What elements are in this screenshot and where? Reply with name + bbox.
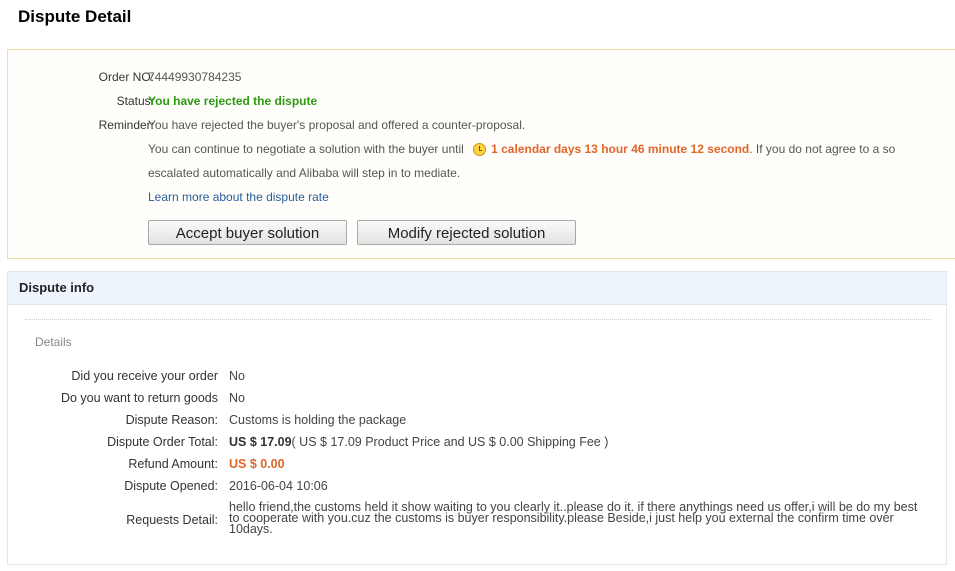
refund-amount-value: US $ 0.00 <box>229 457 285 471</box>
details-section-label: Details <box>35 335 72 349</box>
reminder-line-3: escalated automatically and Alibaba will… <box>148 166 461 180</box>
dispute-total-label: Dispute Order Total: <box>107 435 218 449</box>
order-no-value: 74449930784235 <box>148 70 242 84</box>
reminder-line-2: You can continue to negotiate a solution… <box>148 141 895 157</box>
accept-buyer-solution-button[interactable]: Accept buyer solution <box>148 220 347 245</box>
dispute-reason-label: Dispute Reason: <box>125 413 218 427</box>
dispute-info-header: Dispute info <box>8 272 946 305</box>
reminder-line-1: You have rejected the buyer's proposal a… <box>148 118 526 132</box>
return-goods-value: No <box>229 391 245 405</box>
reminder-line-2-prefix: You can continue to negotiate a solution… <box>148 142 464 156</box>
learn-more-link[interactable]: Learn more about the dispute rate <box>148 189 329 205</box>
received-order-label: Did you receive your order <box>71 369 218 383</box>
dispute-info-panel: Dispute info Details Did you receive you… <box>7 271 947 565</box>
requests-detail-value: hello friend,the customs held it show wa… <box>229 500 918 536</box>
refund-amount-label: Refund Amount: <box>128 457 218 471</box>
dispute-total-amount: US $ 17.09 <box>229 435 292 449</box>
clock-icon <box>473 143 487 156</box>
dispute-opened-label: Dispute Opened: <box>124 479 218 493</box>
order-no-label: Order NO: <box>98 70 154 84</box>
dispute-opened-value: 2016-06-04 10:06 <box>229 479 328 493</box>
return-goods-label: Do you want to return goods <box>60 391 218 405</box>
divider <box>25 319 931 320</box>
dispute-total-breakdown: ( US $ 17.09 Product Price and US $ 0.00… <box>291 435 609 449</box>
page-title: Dispute Detail <box>18 7 132 26</box>
modify-rejected-solution-button[interactable]: Modify rejected solution <box>357 220 576 245</box>
countdown-timer: 1 calendar days 13 hour 46 minute 12 sec… <box>491 142 750 156</box>
dispute-status-panel: Order NO: 74449930784235 Status: You hav… <box>7 49 955 259</box>
dispute-total-value: US $ 17.09( US $ 17.09 Product Price and… <box>229 435 608 449</box>
reminder-line-2-suffix: . If you do not agree to a so <box>749 142 896 156</box>
reminder-label: Reminder: <box>98 118 154 132</box>
dispute-reason-value: Customs is holding the package <box>229 413 407 427</box>
requests-detail-label: Requests Detail: <box>126 513 218 527</box>
status-value: You have rejected the dispute <box>148 94 318 108</box>
received-order-value: No <box>229 369 245 383</box>
